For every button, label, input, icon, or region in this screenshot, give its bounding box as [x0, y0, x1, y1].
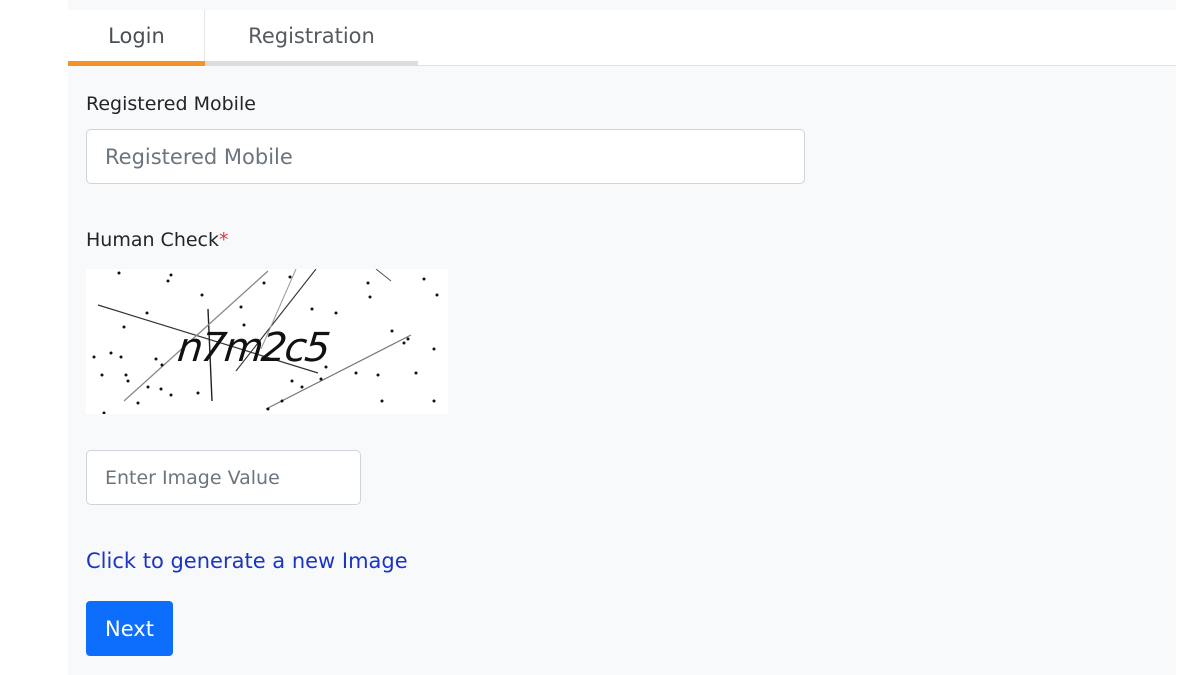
human-check-text: Human Check: [86, 229, 220, 251]
captcha-input[interactable]: [86, 450, 361, 505]
captcha-image: n7m2c5: [86, 268, 448, 415]
tab-bar: Login Registration: [68, 10, 1176, 66]
tab-login[interactable]: Login: [68, 10, 205, 66]
mobile-input[interactable]: [86, 129, 805, 184]
mobile-label: Registered Mobile: [86, 93, 256, 115]
refresh-captcha-link[interactable]: Click to generate a new Image: [86, 548, 408, 574]
human-check-label: Human Check*: [86, 228, 229, 252]
captcha-text: n7m2c5: [175, 325, 331, 371]
required-mark: *: [219, 229, 229, 251]
tab-registration[interactable]: Registration: [205, 10, 418, 66]
login-panel: Login Registration Registered Mobile Hum…: [68, 0, 1176, 675]
next-button[interactable]: Next: [86, 601, 173, 656]
captcha-graphic: n7m2c5: [92, 268, 439, 415]
